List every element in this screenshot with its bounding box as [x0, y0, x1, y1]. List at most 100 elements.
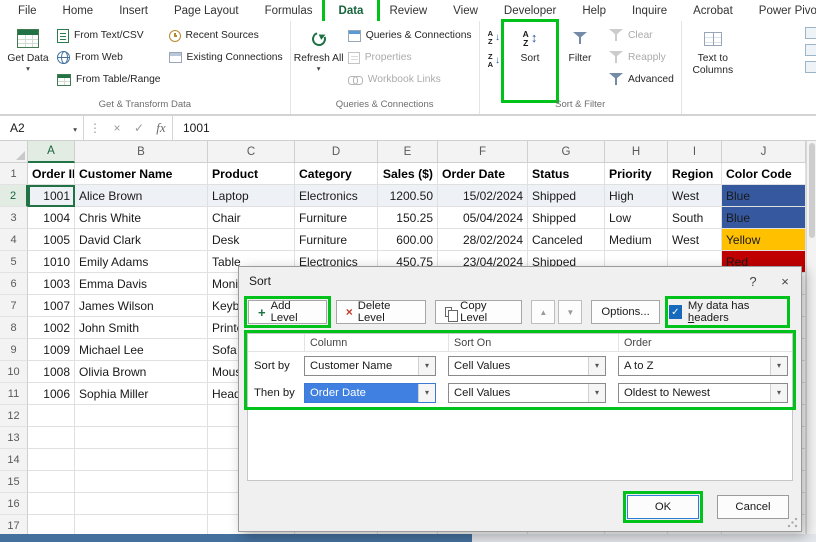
row-header-2[interactable]: 2	[0, 185, 28, 207]
cell-B8[interactable]: John Smith	[75, 317, 208, 339]
cell-A10[interactable]: 1008	[28, 361, 75, 383]
cell-H2[interactable]: High	[605, 185, 668, 207]
cell-D3[interactable]: Furniture	[295, 207, 378, 229]
move-up-button[interactable]: ▲	[531, 300, 556, 324]
sort-by-sort-on-dropdown[interactable]: Cell Values ▾	[448, 355, 606, 376]
column-header-B[interactable]: B	[75, 141, 208, 163]
cell-I3[interactable]: South	[668, 207, 722, 229]
from-table-range-button[interactable]: From Table/Range	[57, 72, 161, 87]
partial-icon[interactable]	[805, 61, 816, 73]
cell-B13[interactable]	[75, 427, 208, 449]
cell-J2[interactable]: Blue	[722, 185, 806, 207]
cell-D1[interactable]: Category	[295, 163, 378, 185]
cell-C4[interactable]: Desk	[208, 229, 295, 251]
select-all-button[interactable]	[0, 141, 28, 163]
column-header-J[interactable]: J	[722, 141, 806, 163]
formula-bar-handle-icon[interactable]: ⋮	[84, 116, 106, 140]
existing-connections-button[interactable]: Existing Connections	[168, 50, 283, 65]
partial-icon[interactable]	[805, 27, 816, 39]
then-by-column-dropdown[interactable]: Order Date ▾	[304, 382, 436, 403]
cell-A7[interactable]: 1007	[28, 295, 75, 317]
sort-az-button[interactable]: AZ ↓	[485, 29, 503, 46]
cell-A8[interactable]: 1002	[28, 317, 75, 339]
cell-B1[interactable]: Customer Name	[75, 163, 208, 185]
delete-level-button[interactable]: × Delete Level	[335, 300, 426, 324]
cell-A6[interactable]: 1003	[28, 273, 75, 295]
options-button[interactable]: Options...	[591, 300, 660, 324]
chevron-down-icon[interactable]: ▾	[588, 356, 605, 375]
cell-D4[interactable]: Furniture	[295, 229, 378, 251]
cell-B14[interactable]	[75, 449, 208, 471]
sort-button[interactable]: A Z ↕ Sort	[501, 19, 559, 103]
chevron-down-icon[interactable]: ▾	[418, 356, 435, 375]
column-header-I[interactable]: I	[668, 141, 722, 163]
copy-level-button[interactable]: Copy Level	[434, 300, 523, 324]
cell-D2[interactable]: Electronics	[295, 185, 378, 207]
cell-B12[interactable]	[75, 405, 208, 427]
text-to-columns-button[interactable]: Text to Columns	[685, 23, 741, 99]
cell-B9[interactable]: Michael Lee	[75, 339, 208, 361]
properties-button[interactable]: Properties	[347, 50, 472, 65]
insert-function-button[interactable]: fx	[150, 116, 172, 140]
cell-A12[interactable]	[28, 405, 75, 427]
ok-button[interactable]: OK	[623, 491, 703, 523]
cell-A15[interactable]	[28, 471, 75, 493]
cell-F3[interactable]: 05/04/2024	[438, 207, 528, 229]
cell-C3[interactable]: Chair	[208, 207, 295, 229]
queries-connections-button[interactable]: Queries & Connections	[347, 28, 472, 43]
get-data-button[interactable]: Get Data ▾	[3, 23, 53, 99]
row-header-8[interactable]: 8	[0, 317, 28, 339]
row-header-11[interactable]: 11	[0, 383, 28, 405]
cell-I1[interactable]: Region	[668, 163, 722, 185]
filter-button[interactable]: Filter	[555, 23, 605, 99]
row-header-14[interactable]: 14	[0, 449, 28, 471]
cell-A4[interactable]: 1005	[28, 229, 75, 251]
vertical-scrollbar[interactable]	[806, 141, 816, 534]
partial-icon[interactable]	[805, 44, 816, 56]
cell-H1[interactable]: Priority	[605, 163, 668, 185]
row-header-4[interactable]: 4	[0, 229, 28, 251]
cell-B3[interactable]: Chris White	[75, 207, 208, 229]
cell-A13[interactable]	[28, 427, 75, 449]
cell-A1[interactable]: Order ID	[28, 163, 75, 185]
cell-I4[interactable]: West	[668, 229, 722, 251]
cell-E4[interactable]: 600.00	[378, 229, 438, 251]
cell-C2[interactable]: Laptop	[208, 185, 295, 207]
cell-F4[interactable]: 28/02/2024	[438, 229, 528, 251]
advanced-button[interactable]: Advanced	[609, 72, 674, 87]
cell-F1[interactable]: Order Date	[438, 163, 528, 185]
cell-A9[interactable]: 1009	[28, 339, 75, 361]
column-header-D[interactable]: D	[295, 141, 378, 163]
cell-B11[interactable]: Sophia Miller	[75, 383, 208, 405]
cancel-entry-icon[interactable]: ×	[106, 116, 128, 140]
tab-view[interactable]: View	[440, 0, 491, 21]
cell-G3[interactable]: Shipped	[528, 207, 605, 229]
scrollbar-thumb[interactable]	[808, 143, 815, 238]
row-header-16[interactable]: 16	[0, 493, 28, 515]
cell-A16[interactable]	[28, 493, 75, 515]
cell-A3[interactable]: 1004	[28, 207, 75, 229]
move-down-button[interactable]: ▼	[558, 300, 583, 324]
chevron-down-icon[interactable]: ▾	[770, 356, 787, 375]
column-header-A[interactable]: A	[28, 141, 75, 163]
sort-by-order-dropdown[interactable]: A to Z ▾	[618, 355, 788, 376]
chevron-down-icon[interactable]: ▾	[588, 383, 605, 402]
formula-input[interactable]: 1001	[172, 116, 816, 140]
tab-developer[interactable]: Developer	[491, 0, 569, 21]
from-text-csv-button[interactable]: From Text/CSV	[57, 28, 161, 43]
cell-H3[interactable]: Low	[605, 207, 668, 229]
row-header-6[interactable]: 6	[0, 273, 28, 295]
cell-J3[interactable]: Blue	[722, 207, 806, 229]
row-header-9[interactable]: 9	[0, 339, 28, 361]
row-header-1[interactable]: 1	[0, 163, 28, 185]
tab-data[interactable]: Data	[321, 0, 381, 25]
cell-B5[interactable]: Emily Adams	[75, 251, 208, 273]
cell-E2[interactable]: 1200.50	[378, 185, 438, 207]
tab-power-pivot[interactable]: Power Pivot	[746, 0, 816, 21]
cell-A5[interactable]: 1010	[28, 251, 75, 273]
cell-J4[interactable]: Yellow	[722, 229, 806, 251]
tab-review[interactable]: Review	[376, 0, 440, 21]
chevron-down-icon[interactable]: ▾	[770, 383, 787, 402]
resize-grip[interactable]	[787, 517, 798, 528]
tab-formulas[interactable]: Formulas	[252, 0, 326, 21]
